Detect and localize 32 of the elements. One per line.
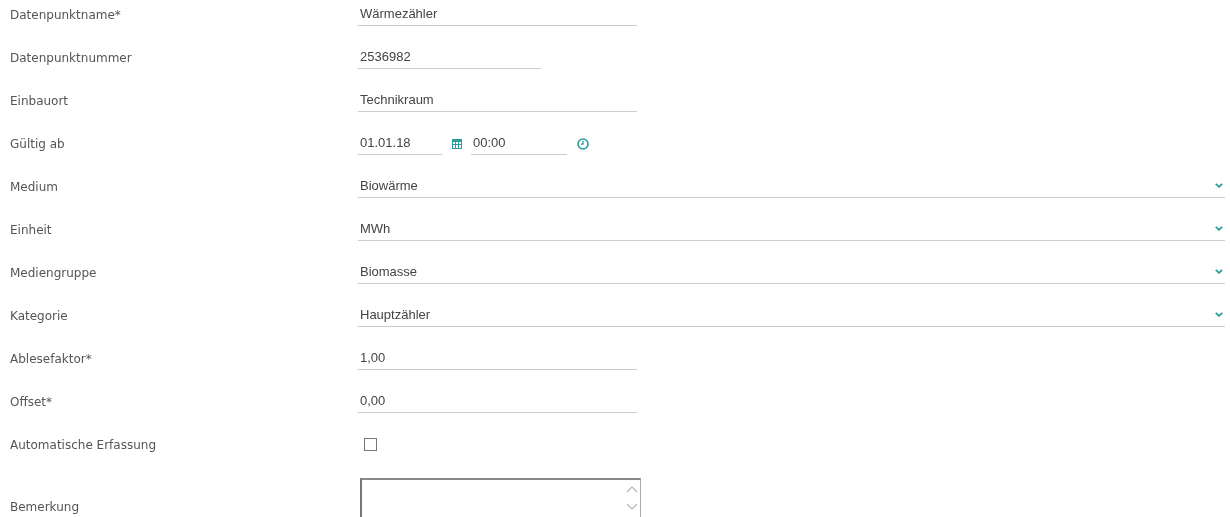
field-label: Bemerkung bbox=[10, 500, 80, 514]
field-label: Ablesefaktor* bbox=[10, 351, 92, 366]
field-label: Offset* bbox=[10, 394, 53, 409]
calendar-icon[interactable] bbox=[452, 138, 462, 149]
text-field[interactable]: 0,00 bbox=[358, 390, 637, 413]
dropdown[interactable]: MWh bbox=[358, 218, 1225, 241]
scroll-arrows-icon[interactable] bbox=[626, 484, 638, 512]
field-label: Mediengruppe bbox=[10, 265, 97, 280]
text-field[interactable]: 1,00 bbox=[358, 347, 637, 370]
field-label: Datenpunktname* bbox=[10, 7, 121, 22]
date-field[interactable]: 01.01.18 bbox=[358, 132, 442, 155]
text-field[interactable]: Technikraum bbox=[358, 89, 637, 112]
dropdown[interactable]: Biowärme bbox=[358, 175, 1225, 198]
field-label: Datenpunktnummer bbox=[10, 50, 132, 65]
field-label: Einheit bbox=[10, 222, 52, 237]
text-field[interactable]: Wärmezähler bbox=[358, 3, 637, 26]
field-label: Einbauort bbox=[10, 93, 69, 108]
clock-icon[interactable] bbox=[577, 137, 589, 150]
field-label: Automatische Erfassung bbox=[10, 437, 157, 452]
comment-textarea[interactable] bbox=[360, 478, 641, 517]
chevron-down-icon bbox=[1215, 226, 1223, 231]
field-label: Gültig ab bbox=[10, 136, 65, 151]
number-field[interactable]: 2536982 bbox=[358, 46, 541, 69]
chevron-down-icon bbox=[1215, 269, 1223, 274]
dropdown[interactable]: Biomasse bbox=[358, 261, 1225, 284]
dropdown[interactable]: Hauptzähler bbox=[358, 304, 1225, 327]
field-label: Kategorie bbox=[10, 308, 68, 323]
checkbox[interactable] bbox=[364, 438, 377, 451]
field-label: Medium bbox=[10, 179, 58, 194]
chevron-down-icon bbox=[1215, 183, 1223, 188]
chevron-down-icon bbox=[1215, 312, 1223, 317]
time-field[interactable]: 00:00 bbox=[471, 132, 567, 155]
